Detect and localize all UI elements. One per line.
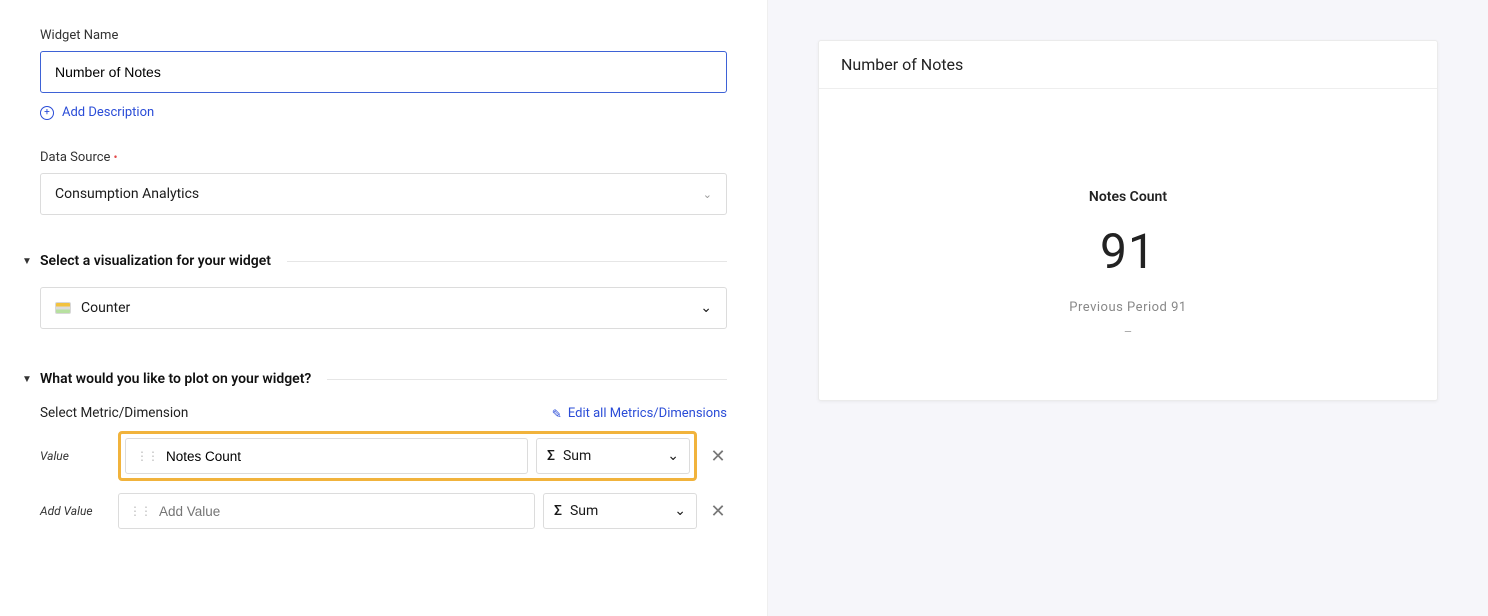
data-source-value: Consumption Analytics (55, 186, 199, 202)
data-source-label: Data Source• (40, 150, 727, 165)
caret-down-icon: ▼ (22, 374, 34, 385)
preview-card: Number of Notes Notes Count 91 Previous … (818, 40, 1438, 401)
add-description-label: Add Description (62, 105, 154, 120)
aggregation-value: Sum (563, 448, 591, 464)
preview-pane: Number of Notes Notes Count 91 Previous … (768, 0, 1488, 616)
edit-all-metrics-button[interactable]: ✎ Edit all Metrics/Dimensions (552, 406, 727, 421)
preview-body: Notes Count 91 Previous Period 91 – (819, 89, 1437, 400)
previous-period-label: Previous Period 91 (839, 300, 1417, 315)
divider (287, 261, 727, 262)
metric-value-input-wrap[interactable]: ⋮⋮ (118, 493, 535, 529)
remove-row-button[interactable]: ✕ (709, 501, 727, 522)
trend-indicator: – (839, 325, 1417, 340)
metric-value-input-wrap[interactable]: ⋮⋮ (125, 438, 528, 474)
plus-circle-icon: + (40, 106, 54, 120)
select-metric-label: Select Metric/Dimension (40, 405, 188, 421)
counter-title: Notes Count (839, 189, 1417, 205)
config-form: Widget Name + Add Description Data Sourc… (0, 0, 768, 616)
visualization-select[interactable]: Counter ⌄ (40, 287, 727, 329)
pencil-icon: ✎ (552, 407, 562, 421)
remove-row-button[interactable]: ✕ (709, 446, 727, 467)
visualization-section-toggle[interactable]: ▼ Select a visualization for your widget (40, 253, 727, 269)
caret-down-icon: ▼ (22, 256, 34, 267)
edit-all-metrics-label: Edit all Metrics/Dimensions (568, 406, 727, 421)
drag-handle-icon[interactable]: ⋮⋮ (129, 504, 151, 518)
preview-title: Number of Notes (819, 41, 1437, 89)
metric-row-label: Value (40, 449, 106, 463)
chevron-down-icon: ⌄ (674, 503, 686, 519)
counter-value: 91 (839, 223, 1417, 280)
visualization-value: Counter (81, 300, 690, 316)
aggregation-select[interactable]: Σ Sum ⌄ (543, 493, 697, 529)
aggregation-value: Sum (570, 503, 598, 519)
chevron-down-icon: ⌄ (703, 188, 712, 201)
plot-section-title: What would you like to plot on your widg… (40, 371, 311, 387)
add-description-button[interactable]: + Add Description (40, 105, 727, 120)
counter-icon (55, 302, 71, 314)
metric-row: Add Value ⋮⋮ Σ Sum ⌄ ✕ (40, 493, 727, 529)
chevron-down-icon: ⌄ (700, 300, 712, 316)
widget-name-label: Widget Name (40, 28, 727, 43)
aggregation-select[interactable]: Σ Sum ⌄ (536, 438, 690, 474)
sigma-icon: Σ (554, 503, 562, 519)
metric-row-highlight: ⋮⋮ Σ Sum ⌄ (118, 431, 697, 481)
metric-row-label: Add Value (40, 504, 106, 518)
divider (327, 379, 727, 380)
metric-value-input[interactable] (166, 449, 517, 464)
metric-row: Value ⋮⋮ Σ Sum ⌄ ✕ (40, 431, 727, 481)
metric-value-input[interactable] (159, 504, 524, 519)
widget-name-input[interactable] (40, 51, 727, 93)
metric-row-wrap: ⋮⋮ Σ Sum ⌄ (118, 493, 697, 529)
visualization-section-title: Select a visualization for your widget (40, 253, 271, 269)
data-source-select[interactable]: Consumption Analytics ⌄ (40, 173, 727, 215)
required-indicator-icon: • (113, 150, 117, 164)
plot-section-toggle[interactable]: ▼ What would you like to plot on your wi… (40, 371, 727, 387)
sigma-icon: Σ (547, 448, 555, 464)
chevron-down-icon: ⌄ (667, 448, 679, 464)
drag-handle-icon[interactable]: ⋮⋮ (136, 449, 158, 463)
